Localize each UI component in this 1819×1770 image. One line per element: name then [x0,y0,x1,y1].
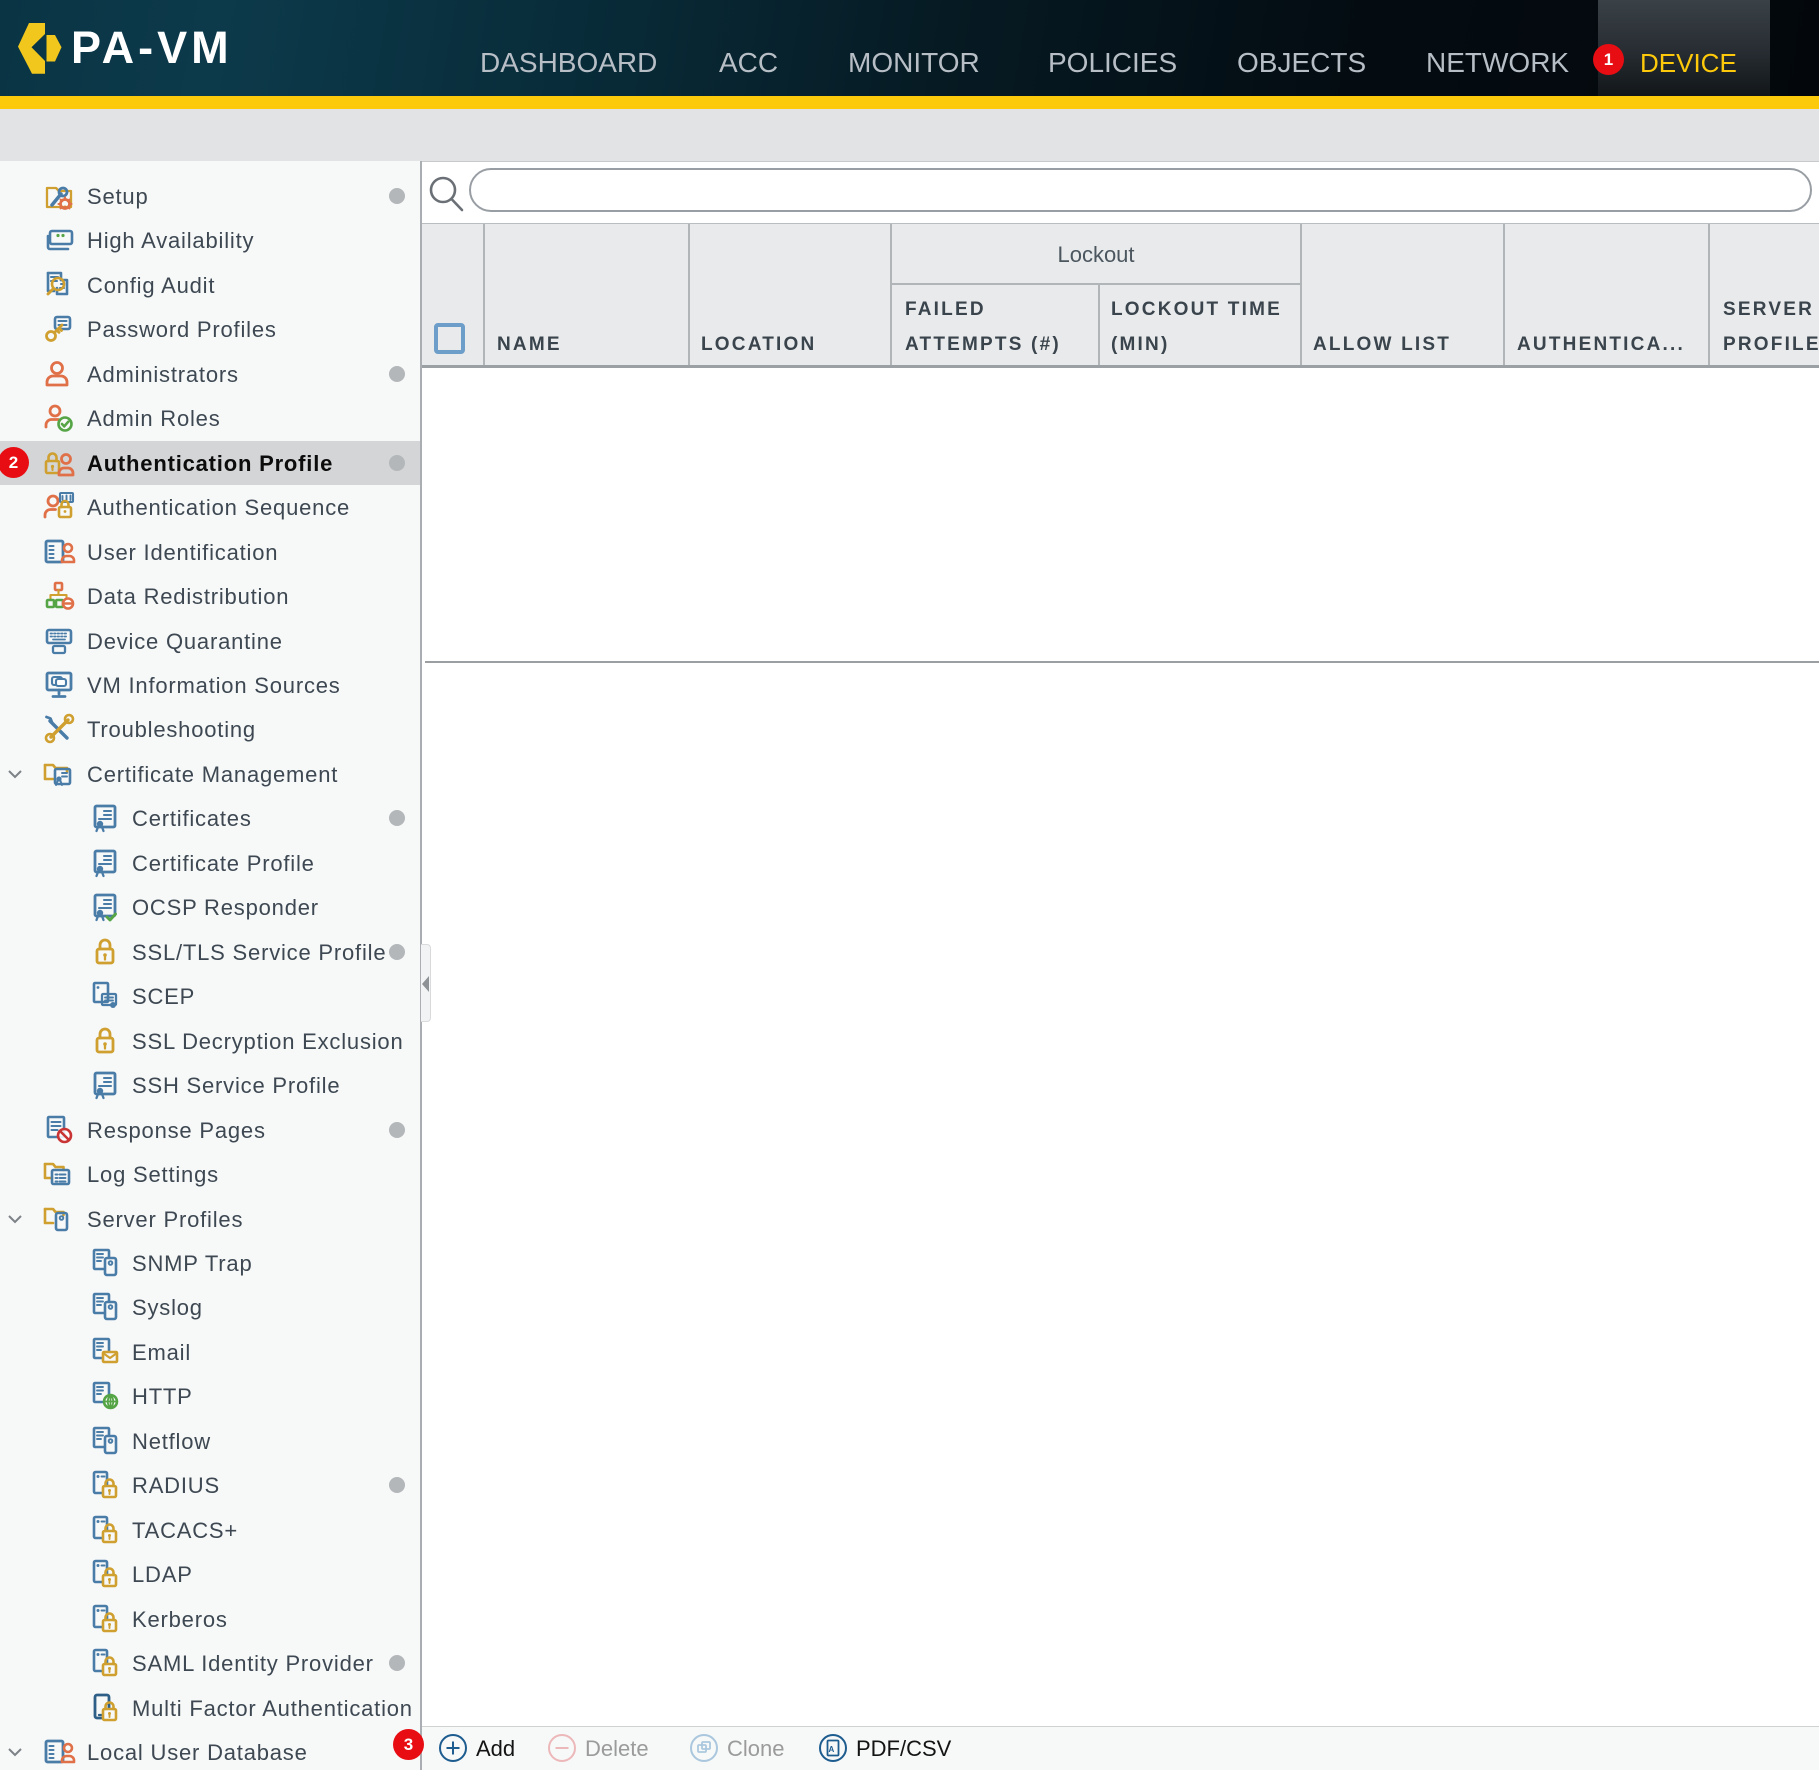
svg-text:A: A [829,1745,835,1754]
